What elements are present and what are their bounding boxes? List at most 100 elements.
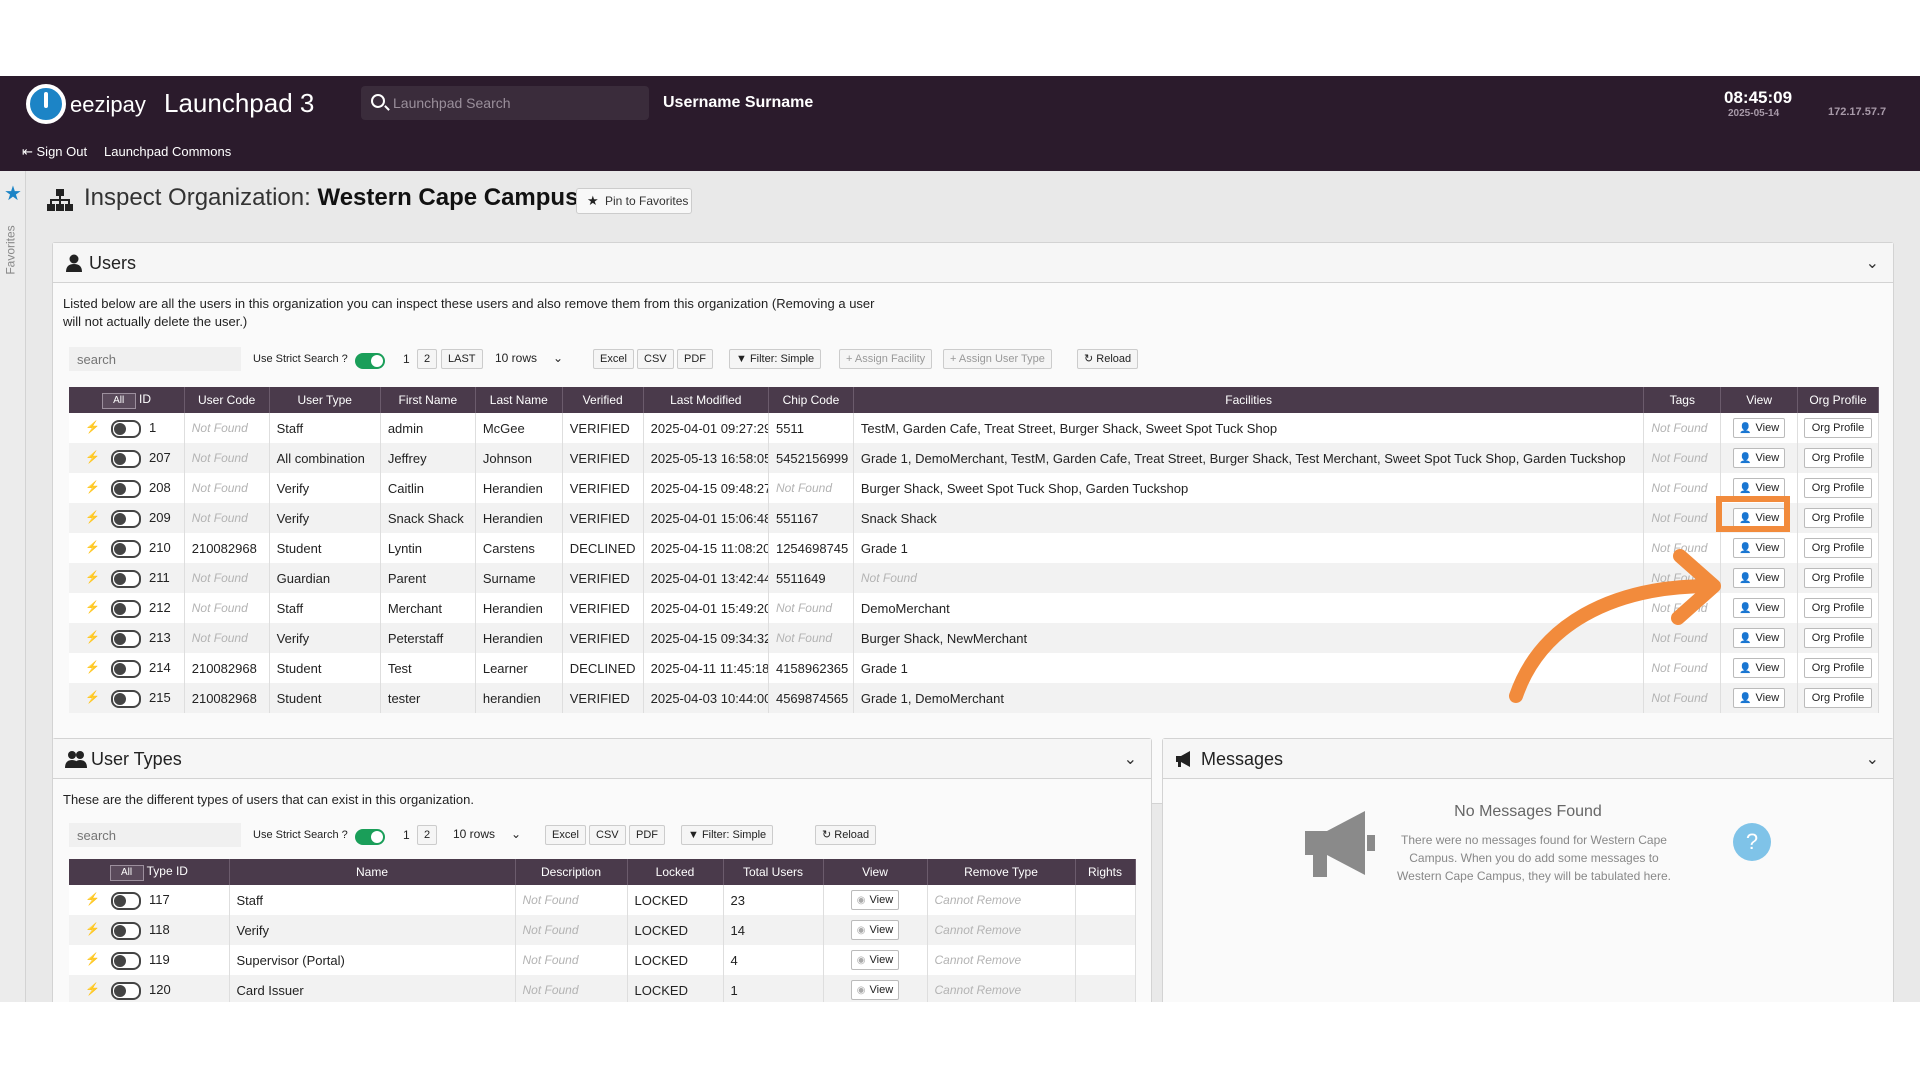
- help-icon[interactable]: ?: [1733, 823, 1771, 861]
- page-2-button[interactable]: 2: [417, 349, 438, 369]
- column-header-locked[interactable]: Locked: [627, 859, 724, 885]
- rows-per-page-select[interactable]: 10 rows ⌄: [495, 351, 563, 365]
- users-panel-header[interactable]: Users ⌄: [53, 243, 1893, 283]
- row-select-toggle[interactable]: [111, 570, 141, 588]
- assign-user-type-button[interactable]: + Assign User Type: [943, 349, 1052, 369]
- view-user-button[interactable]: 👤 View: [1733, 478, 1786, 498]
- org-profile-button[interactable]: Org Profile: [1803, 478, 1873, 498]
- row-select-toggle[interactable]: [111, 690, 141, 708]
- page-1-button[interactable]: 1: [403, 828, 410, 842]
- org-profile-button[interactable]: Org Profile: [1803, 658, 1873, 678]
- bolt-icon[interactable]: ⚡: [85, 480, 100, 494]
- pdf-export-button[interactable]: PDF: [629, 825, 665, 845]
- row-select-toggle[interactable]: [111, 540, 141, 558]
- table-row[interactable]: ⚡ 1 Not Found Staff admin McGee VERIFIED 2025-0…: [69, 413, 1879, 443]
- table-row[interactable]: ⚡ 120 Card Issuer Not Found LOCKED 1 ◉ View Cann…: [69, 975, 1136, 1002]
- select-all-header[interactable]: All Type ID: [69, 859, 230, 885]
- org-profile-button[interactable]: Org Profile: [1803, 418, 1873, 438]
- bolt-icon[interactable]: ⚡: [85, 420, 100, 434]
- table-row[interactable]: ⚡ 208 Not Found Verify Caitlin Herandien VERIF…: [69, 473, 1879, 503]
- bolt-icon[interactable]: ⚡: [85, 690, 100, 704]
- excel-export-button[interactable]: Excel: [593, 349, 634, 369]
- bolt-icon[interactable]: ⚡: [85, 982, 100, 996]
- table-row[interactable]: ⚡ 207 Not Found All combination Jeffrey Johns…: [69, 443, 1879, 473]
- column-header-total-users[interactable]: Total Users: [723, 859, 824, 885]
- bolt-icon[interactable]: ⚡: [85, 510, 100, 524]
- column-header-tags[interactable]: Tags: [1643, 387, 1722, 413]
- chevron-down-icon[interactable]: ⌄: [1124, 749, 1137, 769]
- favorites-sidebar[interactable]: ★ Favorites: [0, 171, 26, 1002]
- org-profile-button[interactable]: Org Profile: [1803, 568, 1873, 588]
- column-header-facilities[interactable]: Facilities: [853, 387, 1645, 413]
- rows-per-page-select[interactable]: 10 rows ⌄: [453, 827, 521, 841]
- org-profile-button[interactable]: Org Profile: [1803, 508, 1873, 528]
- column-header-user-type[interactable]: User Type: [269, 387, 381, 413]
- row-select-toggle[interactable]: [111, 660, 141, 678]
- chevron-down-icon[interactable]: ⌄: [1866, 749, 1879, 769]
- table-row[interactable]: ⚡ 117 Staff Not Found LOCKED 23 ◉ View Cannot Re…: [69, 885, 1136, 915]
- table-row[interactable]: ⚡ 209 Not Found Verify Snack Shack Herandien V…: [69, 503, 1879, 533]
- filter-simple-button[interactable]: ▼ Filter: Simple: [681, 825, 774, 845]
- row-select-toggle[interactable]: [111, 892, 141, 910]
- csv-export-button[interactable]: CSV: [637, 349, 674, 369]
- column-header-last-name[interactable]: Last Name: [475, 387, 563, 413]
- page-2-button[interactable]: 2: [417, 825, 438, 845]
- sign-out-link[interactable]: ⇤ Sign Out: [22, 144, 87, 160]
- select-all-button[interactable]: All: [109, 864, 144, 881]
- org-profile-button[interactable]: Org Profile: [1803, 448, 1873, 468]
- bolt-icon[interactable]: ⚡: [85, 952, 100, 966]
- view-type-button[interactable]: ◉ View: [850, 950, 900, 970]
- csv-export-button[interactable]: CSV: [589, 825, 626, 845]
- reload-button[interactable]: ↻ Reload: [815, 825, 877, 845]
- bolt-icon[interactable]: ⚡: [85, 922, 100, 936]
- org-profile-button[interactable]: Org Profile: [1803, 628, 1873, 648]
- user-types-search-input[interactable]: [69, 823, 241, 847]
- view-user-button[interactable]: 👤 View: [1733, 418, 1786, 438]
- row-select-toggle[interactable]: [111, 450, 141, 468]
- column-header-first-name[interactable]: First Name: [380, 387, 476, 413]
- row-select-toggle[interactable]: [111, 420, 141, 438]
- column-header-name[interactable]: Name: [229, 859, 516, 885]
- reload-button[interactable]: ↻ Reload: [1077, 349, 1139, 369]
- chevron-down-icon[interactable]: ⌄: [1866, 253, 1879, 273]
- column-header-verified[interactable]: Verified: [562, 387, 644, 413]
- org-profile-button[interactable]: Org Profile: [1803, 598, 1873, 618]
- bolt-icon[interactable]: ⚡: [85, 600, 100, 614]
- view-type-button[interactable]: ◉ View: [850, 920, 900, 940]
- bolt-icon[interactable]: ⚡: [85, 660, 100, 674]
- org-profile-button[interactable]: Org Profile: [1803, 688, 1873, 708]
- row-select-toggle[interactable]: [111, 600, 141, 618]
- page-1-button[interactable]: 1: [403, 352, 410, 366]
- launchpad-search-input[interactable]: [393, 92, 633, 114]
- row-select-toggle[interactable]: [111, 952, 141, 970]
- strict-search-toggle[interactable]: [355, 353, 385, 369]
- users-search-input[interactable]: [69, 347, 241, 371]
- row-select-toggle[interactable]: [111, 480, 141, 498]
- view-type-button[interactable]: ◉ View: [850, 890, 900, 910]
- user-types-panel-header[interactable]: User Types ⌄: [53, 739, 1151, 779]
- select-all-header[interactable]: All ID: [69, 387, 185, 413]
- username[interactable]: Username Surname: [663, 94, 813, 112]
- bolt-icon[interactable]: ⚡: [85, 450, 100, 464]
- last-page-button[interactable]: LAST: [441, 349, 483, 369]
- view-type-button[interactable]: ◉ View: [850, 980, 900, 1000]
- column-header-user-code[interactable]: User Code: [184, 387, 270, 413]
- row-select-toggle[interactable]: [111, 922, 141, 940]
- org-profile-button[interactable]: Org Profile: [1803, 538, 1873, 558]
- bolt-icon[interactable]: ⚡: [85, 892, 100, 906]
- table-row[interactable]: ⚡ 118 Verify Not Found LOCKED 14 ◉ View Cannot R…: [69, 915, 1136, 945]
- row-select-toggle[interactable]: [111, 982, 141, 1000]
- select-all-button[interactable]: All: [101, 392, 136, 409]
- table-row[interactable]: ⚡ 119 Supervisor (Portal) Not Found LOCKED 4 ◉…: [69, 945, 1136, 975]
- pin-to-favorites-button[interactable]: ★ Pin to Favorites: [576, 188, 692, 214]
- pdf-export-button[interactable]: PDF: [677, 349, 713, 369]
- launchpad-commons-link[interactable]: Launchpad Commons: [104, 144, 231, 159]
- filter-simple-button[interactable]: ▼ Filter: Simple: [729, 349, 822, 369]
- view-user-button[interactable]: 👤 View: [1733, 448, 1786, 468]
- excel-export-button[interactable]: Excel: [545, 825, 586, 845]
- bolt-icon[interactable]: ⚡: [85, 540, 100, 554]
- messages-panel-header[interactable]: Messages ⌄: [1163, 739, 1893, 779]
- column-header-description[interactable]: Description: [515, 859, 628, 885]
- assign-facility-button[interactable]: + Assign Facility: [839, 349, 933, 369]
- strict-search-toggle[interactable]: [355, 829, 385, 845]
